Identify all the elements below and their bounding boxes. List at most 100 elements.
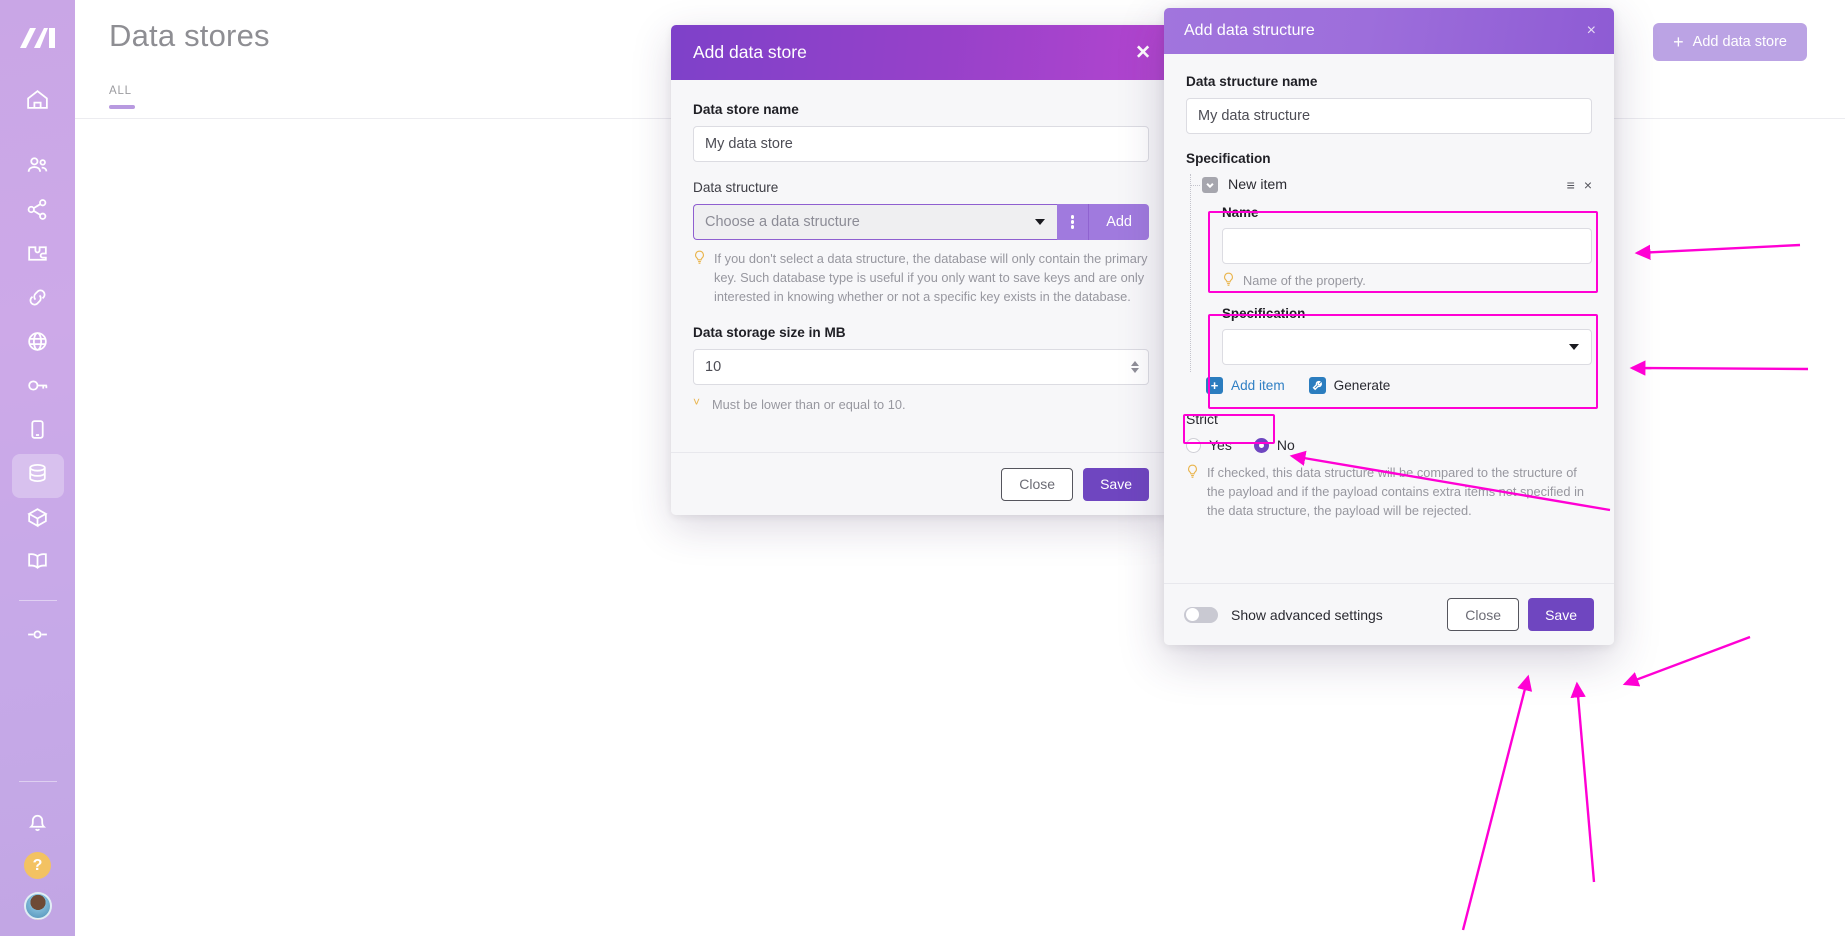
add-data-structure-button[interactable]: Add [1089,204,1149,240]
kebab-menu-icon[interactable] [1057,204,1090,240]
dialog-body: Data structure name Specification New it… [1164,54,1614,521]
strict-yes-option[interactable]: Yes [1186,437,1232,453]
collapse-toggle-icon[interactable] [1202,177,1218,193]
sidebar-divider-bottom [18,781,57,782]
data-storage-size-label: Data storage size in MB [693,324,846,340]
strict-yes-label: Yes [1209,437,1232,453]
tab-all[interactable]: ALL [109,85,135,97]
plus-icon: + [1673,32,1684,52]
close-icon[interactable]: × [1587,23,1596,39]
data-storage-size-wrapper [693,348,1149,385]
specification-tree: New item ≡ × Name Name of the property. … [1186,174,1592,394]
data-structure-hint: If you don't select a data structure, th… [693,249,1149,307]
more-icon [25,622,50,652]
data-storage-size-hint-text: Must be lower than or equal to 10. [712,396,906,412]
devices-icon [25,417,50,447]
radio-checked-icon [1253,437,1269,453]
dialog-header: Add data structure × [1164,8,1614,54]
sidebar-item-data-stores[interactable] [11,454,64,498]
item-name-hint-text: Name of the property. [1243,273,1366,288]
data-structure-name-label: Data structure name [1186,74,1318,89]
generate-label: Generate [1333,378,1391,393]
data-structure-name-input[interactable] [1186,98,1592,134]
strict-hint-text: If checked, this data structure will be … [1207,465,1585,519]
sidebar-item-scenarios[interactable] [12,190,64,234]
advanced-settings-toggle[interactable] [1184,606,1218,623]
data-storage-size-hint: ˅ Must be lower than or equal to 10. [693,395,1149,414]
docs-icon [25,549,50,579]
tabs: ALL [109,85,135,109]
add-data-structure-dialog: Add data structure × Data structure name… [1164,8,1614,645]
item-specification-label: Specification [1222,306,1306,321]
add-data-store-button[interactable]: + Add data store [1653,23,1807,61]
add-item-button[interactable]: + Add item [1206,377,1285,394]
data-store-name-input[interactable] [693,126,1149,162]
footer-buttons: Close Save [1447,598,1594,631]
spec-item-name-block: Name Name of the property. [1222,205,1592,292]
strict-label: Strict [1186,411,1218,427]
tab-active-indicator [109,105,135,109]
sidebar-item-keys[interactable] [12,366,64,410]
dialog-title: Add data store [693,42,807,62]
team-icon [25,153,50,183]
add-data-store-label: Add data store [1692,34,1787,50]
lightbulb-icon [1186,464,1199,521]
item-name-input[interactable] [1222,228,1592,264]
dialog-footer: Show advanced settings Close Save [1164,583,1614,645]
chevron-down-icon [1035,219,1046,225]
number-stepper[interactable] [1131,360,1139,373]
sidebar-item-connections[interactable] [12,278,64,322]
templates-icon [25,241,50,271]
strict-hint: If checked, this data structure will be … [1186,463,1592,521]
dialog-title: Add data structure [1184,22,1315,39]
strict-no-label: No [1276,437,1295,453]
plus-icon: + [1206,377,1223,394]
sidebar-item-devices[interactable] [12,410,64,454]
sidebar-item-templates[interactable] [12,234,64,278]
keys-icon [25,373,50,403]
close-button[interactable]: Close [1001,467,1074,501]
dialog-footer: Close Save [671,452,1171,515]
sidebar-item-more[interactable] [12,615,64,659]
dialog-body: Data store name Data structure Choose a … [671,80,1171,414]
help-icon[interactable]: ? [24,852,51,879]
sidebar-item-docs[interactable] [12,542,64,586]
sidebar-item-home[interactable] [12,80,64,124]
chevron-down-icon-small: ˅ [693,394,701,409]
spec-actions-row: + Add item Generate [1206,377,1592,394]
data-structure-select[interactable]: Choose a data structure [693,204,1058,240]
data-structure-row: Choose a data structure Add [693,204,1149,240]
avatar[interactable] [23,892,52,920]
app-root: ? Data stores ALL + Add data store Add d… [0,0,1845,936]
home-icon [25,87,50,117]
sidebar-item-notifications[interactable] [12,802,64,846]
generate-button[interactable]: Generate [1308,377,1391,394]
dialog-header: Add data store ✕ [671,25,1171,80]
save-button[interactable]: Save [1528,598,1594,631]
page-title: Data stores [109,18,270,53]
close-icon[interactable]: ✕ [1135,43,1151,62]
notifications-icon [25,809,50,839]
save-button[interactable]: Save [1083,467,1149,501]
add-item-label: Add item [1231,378,1285,393]
specification-label: Specification [1186,151,1271,166]
make-logo[interactable] [18,22,58,54]
data-structures-icon [25,505,50,535]
wrench-icon [1308,377,1326,394]
data-structure-placeholder: Choose a data structure [705,214,860,230]
lightbulb-icon [693,250,706,307]
connections-icon [25,285,50,315]
close-button[interactable]: Close [1447,598,1520,631]
sidebar-item-data-structures[interactable] [12,498,64,542]
sidebar-item-webhooks[interactable] [12,322,64,366]
item-name-hint: Name of the property. [1222,271,1592,292]
data-storage-size-input[interactable] [693,348,1149,385]
advanced-settings-label: Show advanced settings [1231,606,1383,623]
remove-item-icon[interactable]: × [1584,177,1592,193]
sidebar-item-team[interactable] [12,146,64,190]
drag-handle-icon[interactable]: ≡ [1567,177,1575,193]
add-data-store-dialog: Add data store ✕ Data store name Data st… [671,25,1171,515]
data-structure-label: Data structure [693,180,779,195]
item-specification-select[interactable] [1222,329,1592,365]
strict-no-option[interactable]: No [1253,437,1295,453]
